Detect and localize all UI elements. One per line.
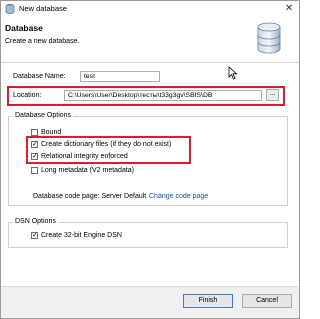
create-dictionary-checkbox[interactable]: ✓: [31, 141, 38, 148]
close-icon[interactable]: ✕: [282, 2, 296, 16]
code-page-label: Database code page: Server Default: [33, 193, 147, 200]
cancel-button[interactable]: Cancel: [242, 294, 292, 308]
browse-button[interactable]: ...: [266, 89, 279, 101]
database-cylinder-icon: [257, 22, 281, 54]
long-metadata-label: Long metadata (V2 metadata): [41, 167, 135, 174]
database-name-label: Database Name:: [13, 73, 66, 80]
long-metadata-checkbox[interactable]: [31, 167, 38, 174]
page-subtitle: Create a new database.: [5, 38, 80, 45]
dsn-options-title: DSN Options: [13, 218, 58, 225]
database-name-input[interactable]: test: [80, 71, 160, 82]
relational-integrity-checkbox[interactable]: ✓: [31, 153, 38, 160]
create-dsn-label: Create 32-bit Engine DSN: [41, 232, 122, 239]
page-title: Database: [5, 23, 43, 33]
create-dsn-checkbox[interactable]: ✓: [31, 232, 38, 239]
database-options-title: Database Options: [13, 112, 74, 119]
finish-button[interactable]: Finish: [183, 294, 233, 308]
create-dictionary-label: Create dictionary files (if they do not …: [41, 141, 172, 148]
relational-integrity-label: Relational integrity enforced: [41, 153, 128, 160]
change-code-page-link[interactable]: Change code page: [149, 193, 208, 200]
bound-label: Bound: [41, 129, 62, 136]
location-label: Location:: [13, 92, 42, 99]
mouse-cursor-icon: [228, 66, 238, 80]
header-divider: [1, 62, 299, 63]
window-title: New database: [19, 4, 67, 13]
location-input[interactable]: C:\Users\User\Desktop\тесты\t33g3gv\SBIS…: [64, 90, 262, 101]
bound-checkbox[interactable]: [31, 129, 38, 136]
database-app-icon: [5, 4, 15, 14]
